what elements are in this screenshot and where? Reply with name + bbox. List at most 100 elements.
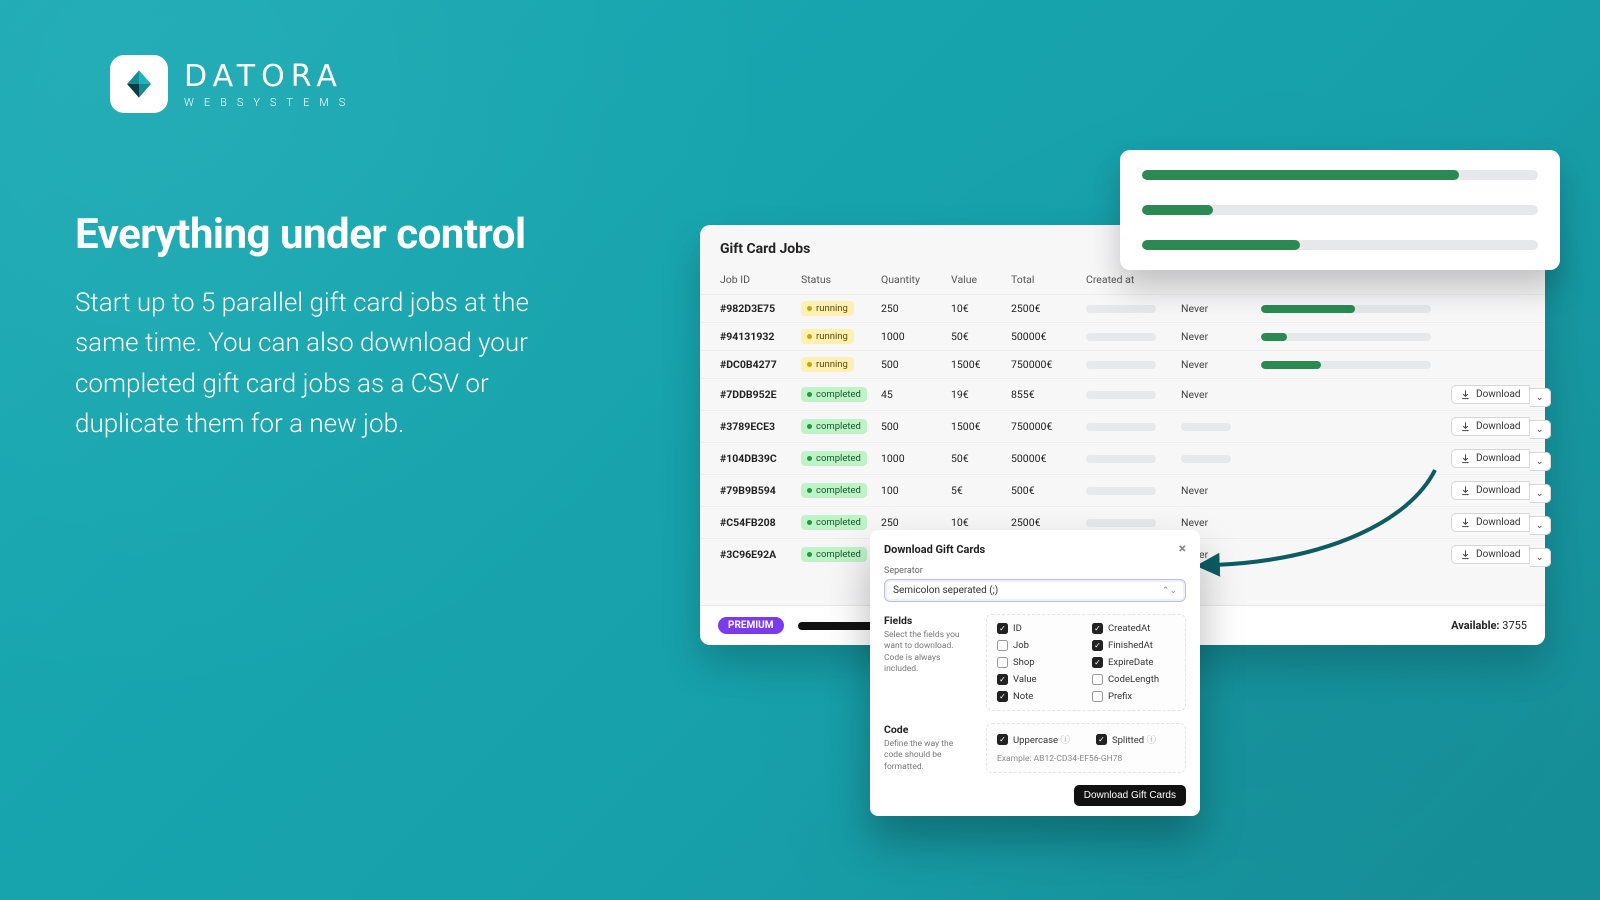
table-row: #94131932running100050€50000€Never [700, 323, 1545, 351]
download-button[interactable]: Download [1451, 449, 1530, 468]
total: 50000€ [1005, 323, 1080, 351]
progress-bar [1142, 205, 1538, 215]
job-id: #C54FB208 [700, 507, 795, 539]
download-button[interactable]: Download [1451, 385, 1530, 404]
field-checkbox-job[interactable]: Job [997, 640, 1080, 651]
separator-select[interactable]: Semicolon seperated (;) ⌃⌄ [884, 579, 1186, 602]
created-at-placeholder [1086, 423, 1156, 431]
total: 500€ [1005, 475, 1080, 507]
brand-name: DATORA [184, 59, 355, 94]
job-progress [1261, 361, 1431, 369]
close-icon[interactable]: × [1179, 542, 1186, 556]
field-checkbox-note[interactable]: ✓Note [997, 691, 1080, 702]
code-help: Define the way the code should be format… [884, 739, 972, 773]
status-badge: running [801, 301, 854, 316]
never-label: Never [1181, 358, 1208, 371]
table-row: #982D3E75running25010€2500€Never [700, 295, 1545, 323]
quantity: 1000 [875, 443, 945, 475]
col-header: Created at [1080, 267, 1175, 295]
download-menu-toggle[interactable]: ⌄ [1530, 420, 1551, 439]
job-id: #982D3E75 [700, 295, 795, 323]
status-badge: running [801, 329, 854, 344]
col-header [1445, 267, 1545, 295]
status-badge: completed [801, 419, 867, 434]
never-label: Never [1181, 516, 1208, 529]
job-progress [1261, 305, 1431, 313]
value: 19€ [945, 379, 1005, 411]
download-menu-toggle[interactable]: ⌄ [1530, 484, 1551, 503]
progress-bar [1142, 170, 1538, 180]
download-gift-cards-button[interactable]: Download Gift Cards [1074, 785, 1186, 806]
field-checkbox-prefix[interactable]: Prefix [1092, 691, 1175, 702]
value: 5€ [945, 475, 1005, 507]
fields-help: Select the fields you want to download. … [884, 630, 972, 676]
col-header: Total [1005, 267, 1080, 295]
code-heading: Code [884, 723, 972, 736]
field-checkbox-expiredate[interactable]: ✓ExpireDate [1092, 657, 1175, 668]
modal-title: Download Gift Cards [884, 543, 985, 556]
field-checkbox-createdat[interactable]: ✓CreatedAt [1092, 623, 1175, 634]
download-button[interactable]: Download [1451, 481, 1530, 500]
job-id: #3C96E92A [700, 539, 795, 571]
value: 50€ [945, 443, 1005, 475]
field-checkbox-codelength[interactable]: CodeLength [1092, 674, 1175, 685]
job-id: #104DB39C [700, 443, 795, 475]
col-header: Quantity [875, 267, 945, 295]
download-button[interactable]: Download [1451, 417, 1530, 436]
never-label: Never [1181, 484, 1208, 497]
progress-popup [1120, 150, 1560, 270]
total: 855€ [1005, 379, 1080, 411]
status-badge: completed [801, 483, 867, 498]
value: 1500€ [945, 351, 1005, 379]
created-at-placeholder [1086, 455, 1156, 463]
never-label: Never [1181, 330, 1208, 343]
page-title: Everything under control [75, 210, 595, 259]
download-menu-toggle[interactable]: ⌄ [1530, 452, 1551, 471]
download-menu-toggle[interactable]: ⌄ [1530, 516, 1551, 535]
field-checkbox-shop[interactable]: Shop [997, 657, 1080, 668]
job-id: #3789ECE3 [700, 411, 795, 443]
table-row: #DC0B4277running5001500€750000€Never [700, 351, 1545, 379]
never-label: Never [1181, 302, 1208, 315]
expire-placeholder [1181, 423, 1231, 431]
table-row: #79B9B594completed1005€500€Never Downloa… [700, 475, 1545, 507]
status-badge: completed [801, 547, 867, 562]
field-checkbox-value[interactable]: ✓Value [997, 674, 1080, 685]
premium-badge: PREMIUM [718, 617, 784, 634]
created-at-placeholder [1086, 305, 1156, 313]
progress-bar [1142, 240, 1538, 250]
fields-heading: Fields [884, 614, 972, 627]
col-header: Value [945, 267, 1005, 295]
quantity: 250 [875, 295, 945, 323]
created-at-placeholder [1086, 333, 1156, 341]
quantity: 500 [875, 351, 945, 379]
download-modal: Download Gift Cards × Seperator Semicolo… [870, 530, 1200, 816]
created-at-placeholder [1086, 361, 1156, 369]
download-menu-toggle[interactable]: ⌄ [1530, 548, 1551, 567]
value: 1500€ [945, 411, 1005, 443]
brand-logo: DATORA WEBSYSTEMS [110, 55, 355, 113]
code-option-uppercase[interactable]: ✓Uppercase ⓘ [997, 732, 1070, 746]
table-row: #3789ECE3completed5001500€750000€ Downlo… [700, 411, 1545, 443]
page-description: Start up to 5 parallel gift card jobs at… [75, 283, 595, 444]
field-checkbox-finishedat[interactable]: ✓FinishedAt [1092, 640, 1175, 651]
download-button[interactable]: Download [1451, 545, 1530, 564]
col-header [1255, 267, 1445, 295]
job-id: #79B9B594 [700, 475, 795, 507]
total: 750000€ [1005, 411, 1080, 443]
available-label: Available: 3755 [1451, 619, 1527, 632]
download-menu-toggle[interactable]: ⌄ [1530, 388, 1551, 407]
code-option-splitted[interactable]: ✓Splitted ⓘ [1096, 732, 1156, 746]
created-at-placeholder [1086, 391, 1156, 399]
total: 750000€ [1005, 351, 1080, 379]
code-example: Example: AB12-CD34-EF56-GH78 [997, 754, 1175, 764]
created-at-placeholder [1086, 519, 1156, 527]
value: 10€ [945, 295, 1005, 323]
download-button[interactable]: Download [1451, 513, 1530, 532]
job-progress [1261, 333, 1431, 341]
status-badge: running [801, 357, 854, 372]
col-header: Status [795, 267, 875, 295]
field-checkbox-id[interactable]: ✓ID [997, 623, 1080, 634]
status-badge: completed [801, 451, 867, 466]
col-header [1175, 267, 1255, 295]
